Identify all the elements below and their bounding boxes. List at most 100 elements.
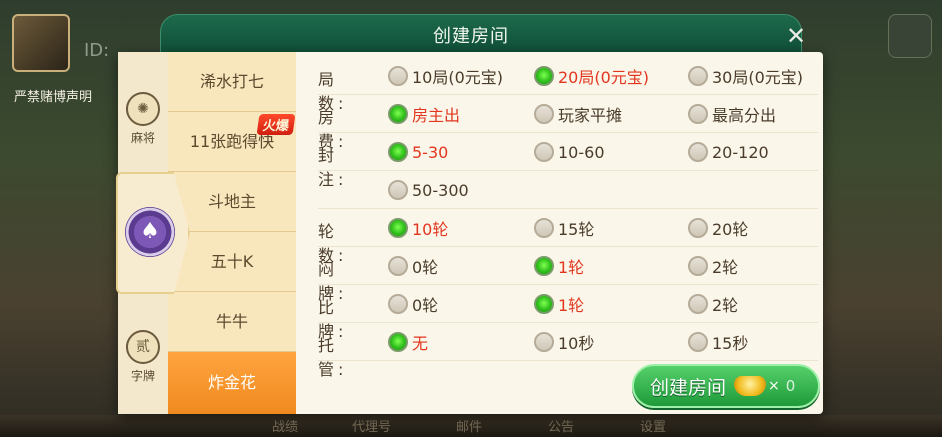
radio-option[interactable]: 15轮 [534, 215, 594, 241]
cost-count: 0 [785, 377, 796, 395]
radio-option-label: 0轮 [412, 258, 439, 277]
radio-option-label: 无 [412, 334, 429, 353]
category-zipai[interactable]: 贰 字牌 [118, 330, 168, 384]
radio-option[interactable]: 10局(0元宝) [388, 63, 503, 89]
radio-unchecked-icon [534, 218, 554, 238]
close-icon[interactable]: ✕ [786, 24, 806, 48]
radio-option-label: 玩家平摊 [558, 106, 623, 125]
radio-unchecked-icon [688, 66, 708, 86]
nav-agent[interactable]: 代理号 [352, 416, 391, 435]
radio-option-label: 1轮 [558, 258, 585, 277]
game-item[interactable]: 浠水打七 [168, 52, 296, 112]
bottom-nav: 战绩 代理号 邮件 公告 设置 [0, 415, 942, 437]
radio-unchecked-icon [688, 294, 708, 314]
radio-option[interactable]: 0轮 [388, 253, 438, 279]
radio-checked-icon [388, 332, 408, 352]
radio-option[interactable]: 2轮 [688, 253, 738, 279]
radio-option[interactable]: 20局(0元宝) [534, 63, 649, 89]
radio-unchecked-icon [688, 142, 708, 162]
radio-option-label: 0轮 [412, 296, 439, 315]
radio-option[interactable]: 房主出 [388, 101, 460, 127]
option-row: 封 注: 5-30 10-60 20-120 [318, 134, 818, 189]
radio-unchecked-icon [534, 332, 554, 352]
radio-option-label: 2轮 [712, 258, 739, 277]
radio-unchecked-icon [388, 66, 408, 86]
radio-unchecked-icon [534, 104, 554, 124]
zipai-icon: 贰 [126, 330, 160, 364]
radio-unchecked-icon [688, 256, 708, 276]
mahjong-icon: ✺ [126, 92, 160, 126]
option-row: 比 牌: 0轮 1轮 2轮 [318, 286, 818, 341]
gold-ingot-icon [734, 376, 767, 396]
radio-option-label: 最高分出 [712, 106, 777, 125]
option-row: 轮 数: 10轮 15轮 20轮 [318, 210, 818, 265]
radio-option-label: 30局(0元宝) [712, 68, 804, 87]
radio-option-label: 10轮 [412, 220, 449, 239]
radio-checked-icon [388, 218, 408, 238]
create-room-label: 创建房间 [650, 376, 727, 399]
radio-option-label: 15秒 [712, 334, 749, 353]
poker-chip-icon: ♠ [125, 207, 175, 257]
radio-option-label: 10秒 [558, 334, 595, 353]
radio-option-label: 10-60 [558, 142, 605, 162]
times-sign: × [768, 378, 780, 394]
radio-option-label: 2轮 [712, 296, 739, 315]
radio-option[interactable]: 玩家平摊 [534, 101, 622, 127]
radio-option[interactable]: 15秒 [688, 329, 748, 355]
radio-option[interactable]: 20-120 [688, 139, 769, 165]
radio-checked-icon [534, 294, 554, 314]
nav-mail[interactable]: 邮件 [456, 416, 482, 435]
radio-option[interactable]: 0轮 [388, 291, 438, 317]
radio-option[interactable]: 10-60 [534, 139, 605, 165]
option-row: 闷 牌: 0轮 1轮 2轮 [318, 248, 818, 303]
radio-option[interactable]: 5-30 [388, 139, 448, 165]
radio-option[interactable]: 2轮 [688, 291, 738, 317]
radio-unchecked-icon [688, 332, 708, 352]
nav-records[interactable]: 战绩 [272, 416, 298, 435]
category-label: 麻将 [130, 131, 155, 145]
radio-option[interactable]: 最高分出 [688, 101, 776, 127]
option-row: 50-300 [318, 172, 818, 209]
hot-badge: 火爆 [256, 114, 296, 135]
game-item[interactable]: 牛牛 [168, 292, 296, 352]
category-mahjong[interactable]: ✺ 麻将 [118, 92, 168, 146]
radio-option-label: 15轮 [558, 220, 595, 239]
radio-unchecked-icon [688, 218, 708, 238]
radio-checked-icon [534, 66, 554, 86]
game-item-active[interactable]: 炸金花 [168, 352, 296, 414]
radio-option[interactable]: 10轮 [388, 215, 448, 241]
radio-option-label: 20局(0元宝) [558, 68, 650, 87]
radio-option-label: 50-300 [412, 180, 469, 200]
radio-option[interactable]: 30局(0元宝) [688, 63, 803, 89]
radio-checked-icon [388, 104, 408, 124]
radio-option[interactable]: 无 [388, 329, 428, 355]
nav-settings[interactable]: 设置 [640, 416, 666, 435]
radio-option[interactable]: 1轮 [534, 253, 584, 279]
radio-option[interactable]: 10秒 [534, 329, 594, 355]
option-label: 托 管: [318, 336, 348, 379]
radio-option[interactable]: 50-300 [388, 177, 469, 203]
radio-unchecked-icon [388, 256, 408, 276]
radio-option-label: 20轮 [712, 220, 749, 239]
disclaimer-text: 严禁赌博声明 [14, 90, 93, 105]
option-row: 托 管: 无 10秒 15秒 [318, 324, 818, 379]
create-room-dialog: ✺ 麻将 贰 字牌 浠水打七 11张跑得快 斗地主 五十K 牛牛 炸金花 ♠ 火… [116, 52, 823, 414]
radio-option-label: 房主出 [412, 106, 461, 125]
radio-option-label: 5-30 [412, 142, 449, 162]
radio-option[interactable]: 1轮 [534, 291, 584, 317]
radio-unchecked-icon [388, 294, 408, 314]
radio-unchecked-icon [688, 104, 708, 124]
radio-option-label: 10局(0元宝) [412, 68, 504, 87]
nav-notice[interactable]: 公告 [548, 416, 574, 435]
radio-option-label: 20-120 [712, 142, 769, 162]
create-room-button[interactable]: 创建房间 × 0 [632, 364, 820, 408]
radio-checked-icon [388, 142, 408, 162]
radio-unchecked-icon [534, 142, 554, 162]
option-row: 局 数: 10局(0元宝) 20局(0元宝) 30局(0元宝) [318, 58, 818, 113]
radio-checked-icon [534, 256, 554, 276]
category-label: 字牌 [130, 369, 155, 383]
radio-unchecked-icon [388, 180, 408, 200]
radio-option-label: 1轮 [558, 296, 585, 315]
option-row: 房 费: 房主出 玩家平摊 最高分出 [318, 96, 818, 151]
radio-option[interactable]: 20轮 [688, 215, 748, 241]
